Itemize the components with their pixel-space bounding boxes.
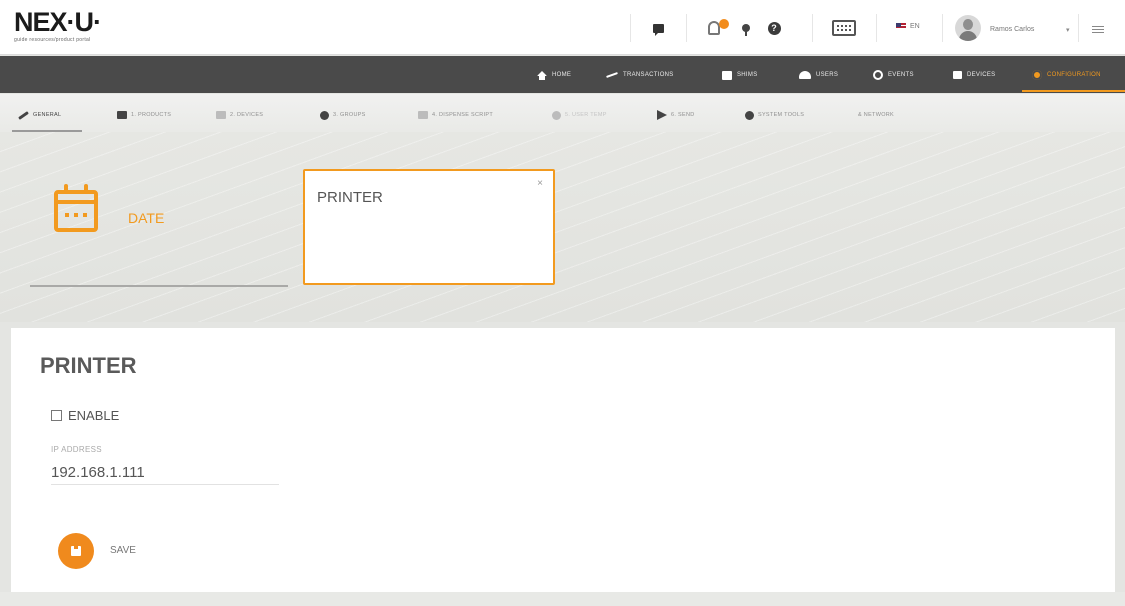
tab-label: 6. SEND bbox=[671, 112, 695, 118]
home-icon bbox=[537, 70, 547, 80]
user-avatar[interactable] bbox=[955, 15, 981, 41]
page-footer-strip bbox=[0, 592, 1125, 606]
chevron-down-icon[interactable]: ▾ bbox=[1066, 26, 1070, 34]
menu-icon[interactable] bbox=[1092, 26, 1104, 33]
logo-wordmark: NEX·U· bbox=[14, 7, 102, 37]
divider bbox=[876, 14, 877, 42]
products-icon bbox=[117, 111, 127, 119]
divider bbox=[812, 14, 813, 42]
divider bbox=[1078, 14, 1079, 42]
card-icon bbox=[722, 70, 732, 80]
send-icon bbox=[657, 110, 667, 120]
calendar-icon bbox=[54, 184, 98, 232]
language-selector[interactable]: EN bbox=[896, 23, 920, 30]
keyboard-icon[interactable] bbox=[830, 18, 858, 38]
tab-label: GENERAL bbox=[33, 112, 62, 118]
nav-item-events[interactable]: EVENTS bbox=[873, 68, 914, 82]
nav-label: TRANSACTIONS bbox=[623, 72, 674, 78]
date-settings-card[interactable]: DATE bbox=[30, 150, 288, 287]
devices-icon bbox=[216, 111, 226, 119]
nexu-logo[interactable]: NEX·U· guide resources/product portal bbox=[14, 7, 102, 43]
nav-item-users[interactable]: USERS bbox=[799, 68, 838, 82]
gear-icon bbox=[1032, 70, 1042, 80]
printer-card-label: PRINTER bbox=[317, 189, 383, 206]
close-icon[interactable]: × bbox=[537, 178, 543, 189]
tab-general[interactable]: GENERAL bbox=[18, 109, 61, 121]
nav-label: DEVICES bbox=[967, 72, 996, 78]
monitor-icon bbox=[953, 71, 962, 79]
tab-label: SYSTEM TOOLS bbox=[758, 112, 805, 118]
tab-label: 1. PRODUCTS bbox=[131, 112, 172, 118]
notification-bell-icon[interactable] bbox=[704, 18, 729, 38]
nav-label: SHIMS bbox=[737, 72, 758, 78]
tab-devices[interactable]: 2. DEVICES bbox=[216, 109, 263, 121]
tab-label: 4. DISPENSE SCRIPT bbox=[432, 112, 494, 118]
help-icon[interactable]: ? bbox=[764, 18, 784, 38]
tab-label: 2. DEVICES bbox=[230, 112, 264, 118]
enable-checkbox-row[interactable]: ENABLE bbox=[51, 408, 119, 423]
panel-title: PRINTER bbox=[40, 353, 137, 378]
settings-icon bbox=[745, 110, 754, 120]
tab-system-tools[interactable]: SYSTEM TOOLS bbox=[745, 109, 804, 121]
location-pin-icon[interactable] bbox=[736, 18, 756, 38]
nav-label: HOME bbox=[552, 72, 572, 78]
script-icon bbox=[418, 111, 428, 119]
user-icon bbox=[552, 110, 561, 120]
notification-dot bbox=[719, 19, 729, 29]
tab-label: & NETWORK bbox=[858, 112, 895, 118]
tab-dispense-script[interactable]: 4. DISPENSE SCRIPT bbox=[418, 109, 493, 121]
divider bbox=[942, 14, 943, 42]
config-subtabs: GENERAL 1. PRODUCTS 2. DEVICES 3. GROUPS… bbox=[0, 94, 1125, 132]
user-name[interactable]: Ramos Carlos bbox=[990, 26, 1034, 33]
nav-label: USERS bbox=[816, 72, 839, 78]
tab-network[interactable]: & NETWORK bbox=[858, 109, 894, 121]
tab-groups[interactable]: 3. GROUPS bbox=[320, 109, 366, 121]
logo-tagline: guide resources/product portal bbox=[14, 37, 91, 43]
enable-label: ENABLE bbox=[68, 408, 120, 423]
enable-checkbox[interactable] bbox=[51, 410, 62, 421]
wrench-icon bbox=[18, 110, 29, 120]
users-icon bbox=[799, 71, 811, 79]
tab-products[interactable]: 1. PRODUCTS bbox=[117, 109, 171, 121]
clock-icon bbox=[873, 70, 883, 80]
tab-label: 5. USER TEMP bbox=[565, 112, 607, 118]
nav-label: EVENTS bbox=[888, 72, 914, 78]
nav-item-devices[interactable]: DEVICES bbox=[953, 68, 995, 82]
top-header: NEX·U· guide resources/product portal ? … bbox=[0, 0, 1125, 55]
nav-item-configuration[interactable]: CONFIGURATION bbox=[1032, 68, 1101, 82]
language-code: EN bbox=[910, 23, 920, 30]
save-button[interactable] bbox=[58, 533, 94, 569]
printer-settings-panel: PRINTER ENABLE IP ADDRESS SAVE bbox=[11, 328, 1115, 592]
nav-label: CONFIGURATION bbox=[1047, 72, 1101, 78]
nav-item-shims[interactable]: SHIMS bbox=[722, 68, 758, 82]
main-nav: HOME TRANSACTIONS SHIMS USERS EVENTS DEV… bbox=[0, 56, 1125, 93]
tab-send[interactable]: 6. SEND bbox=[657, 109, 695, 121]
chat-icon[interactable] bbox=[648, 18, 668, 38]
save-label[interactable]: SAVE bbox=[110, 545, 136, 556]
us-flag-icon bbox=[896, 23, 906, 30]
tab-user-temp[interactable]: 5. USER TEMP bbox=[552, 109, 607, 121]
ip-address-input[interactable] bbox=[51, 461, 279, 485]
nav-item-transactions[interactable]: TRANSACTIONS bbox=[606, 68, 674, 82]
groups-icon bbox=[320, 110, 329, 120]
printer-settings-card[interactable]: PRINTER × bbox=[303, 169, 555, 285]
nav-item-home[interactable]: HOME bbox=[537, 68, 571, 82]
plane-icon bbox=[606, 72, 618, 78]
ip-address-label: IP ADDRESS bbox=[51, 445, 102, 454]
divider bbox=[686, 14, 687, 42]
nav-active-indicator bbox=[1022, 90, 1125, 92]
tab-label: 3. GROUPS bbox=[333, 112, 366, 118]
divider bbox=[630, 14, 631, 42]
save-icon bbox=[71, 546, 81, 556]
date-card-label: DATE bbox=[128, 210, 165, 226]
